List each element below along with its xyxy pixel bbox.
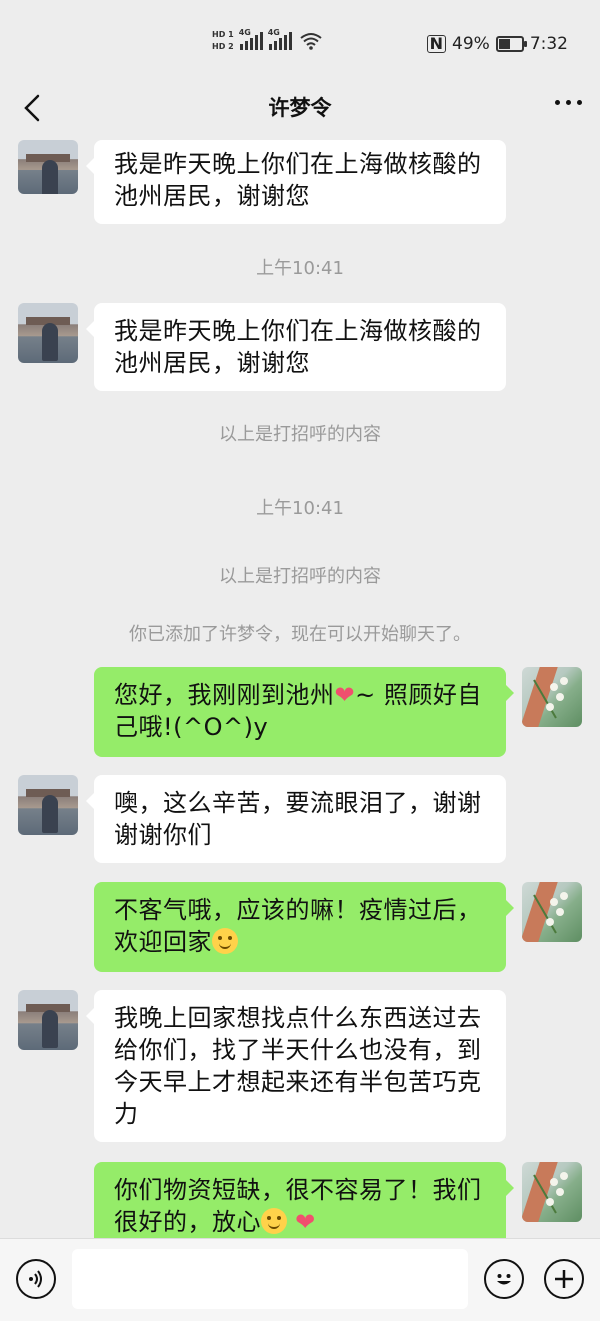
message-line: 我晚上回家想找点什么东西送过去 xyxy=(114,1004,482,1032)
plus-icon xyxy=(555,1270,573,1288)
chat-title: 许梦令 xyxy=(268,96,332,120)
system-notice: 你已添加了许梦令，现在可以开始聊天了。 xyxy=(129,624,471,645)
timestamp: 上午10:41 xyxy=(256,258,344,279)
wink-emoji-icon xyxy=(212,928,238,954)
emoji-icon xyxy=(497,1274,511,1285)
message-line: 欢迎回家 xyxy=(114,926,486,958)
message-line: 你们物资短缺，很不容易了！我们 xyxy=(114,1176,482,1204)
more-button[interactable] xyxy=(555,100,582,105)
message-line: 不客气哦，应该的嘛！疫情过后， xyxy=(114,896,482,924)
hd-indicator: HD 1 HD 2 xyxy=(212,30,234,52)
message-line: 池州居民，谢谢您 xyxy=(114,349,310,377)
input-bar xyxy=(0,1238,600,1321)
status-bar: HD 1 HD 2 4G 4G N 49% 7:32 xyxy=(0,0,600,88)
clock: 7:32 xyxy=(529,34,568,54)
message-line: 池州居民，谢谢您 xyxy=(114,182,310,210)
message-line: 我是昨天晚上你们在上海做核酸的 xyxy=(114,150,482,178)
chat-header: 许梦令 xyxy=(0,88,600,128)
message-line: 我是昨天晚上你们在上海做核酸的 xyxy=(114,317,482,345)
message-bubble[interactable]: 你们物资短缺，很不容易了！我们 很好的，放心 ❤ xyxy=(94,1162,514,1238)
heart-icon: ❤ xyxy=(334,681,356,709)
message-line: 今天早上才想起来还有半包苦巧克 xyxy=(114,1068,482,1096)
battery-fill xyxy=(498,39,510,49)
net1-label: 4G xyxy=(238,28,251,37)
system-notice: 以上是打招呼的内容 xyxy=(219,424,381,445)
hd1-label: HD 1 xyxy=(212,30,234,39)
battery-percent: 49% xyxy=(452,34,490,54)
smile-emoji-icon xyxy=(261,1208,287,1234)
system-notice: 以上是打招呼的内容 xyxy=(219,566,381,587)
message-line: 力 xyxy=(114,1100,139,1128)
my-avatar[interactable] xyxy=(522,667,582,727)
nfc-icon: N xyxy=(426,35,447,53)
message-bubble[interactable]: 您好，我刚刚到池州❤~ 照顾好自 己哦!(^O^)y xyxy=(94,667,514,757)
more-dots-icon xyxy=(555,100,560,105)
voice-button[interactable] xyxy=(16,1259,56,1299)
hd2-label: HD 2 xyxy=(212,42,234,51)
contact-avatar[interactable] xyxy=(18,140,78,194)
message-bubble[interactable]: 噢，这么辛苦，要流眼泪了，谢谢 谢谢你们 xyxy=(86,775,506,863)
message-line: 噢，这么辛苦，要流眼泪了，谢谢 xyxy=(114,789,482,817)
message-bubble[interactable]: 我是昨天晚上你们在上海做核酸的 池州居民，谢谢您 xyxy=(86,303,506,391)
status-right-icons: N 49% 7:32 xyxy=(426,34,568,54)
message-text: ~ 照顾好自 xyxy=(355,681,482,709)
message-bubble[interactable]: 我是昨天晚上你们在上海做核酸的 池州居民，谢谢您 xyxy=(86,140,506,224)
my-avatar[interactable] xyxy=(522,1162,582,1222)
message-line: 谢谢你们 xyxy=(114,821,212,849)
message-line: 您好，我刚刚到池州❤~ 照顾好自 xyxy=(114,679,486,711)
signal-icon: 4G xyxy=(239,28,263,50)
message-text: 您好，我刚刚到池州 xyxy=(114,681,335,709)
timestamp: 上午10:41 xyxy=(256,498,344,519)
message-input[interactable] xyxy=(72,1249,468,1309)
heart-icon: ❤ xyxy=(295,1208,316,1236)
message-line: 己哦!(^O^)y xyxy=(114,713,269,741)
message-line: 给你们，找了半天什么也没有，到 xyxy=(114,1036,482,1064)
emoji-button[interactable] xyxy=(484,1259,524,1299)
chat-area[interactable]: 我是昨天晚上你们在上海做核酸的 池州居民，谢谢您 上午10:41 我是昨天晚上你… xyxy=(0,128,600,1238)
signal-icon-2: 4G xyxy=(268,28,292,50)
message-bubble[interactable]: 我晚上回家想找点什么东西送过去 给你们，找了半天什么也没有，到 今天早上才想起来… xyxy=(86,990,506,1142)
message-text: 欢迎回家 xyxy=(114,928,212,956)
plus-button[interactable] xyxy=(544,1259,584,1299)
battery-icon xyxy=(495,36,527,52)
contact-avatar[interactable] xyxy=(18,990,78,1050)
message-line: 很好的，放心 ❤ xyxy=(114,1206,486,1238)
wifi-icon xyxy=(300,33,322,50)
message-bubble[interactable]: 不客气哦，应该的嘛！疫情过后， 欢迎回家 xyxy=(94,882,514,972)
status-left-icons: HD 1 HD 2 4G 4G xyxy=(212,28,322,52)
contact-avatar[interactable] xyxy=(18,303,78,363)
voice-icon xyxy=(29,1270,42,1288)
my-avatar[interactable] xyxy=(522,882,582,942)
contact-avatar[interactable] xyxy=(18,775,78,835)
message-text: 很好的，放心 xyxy=(114,1208,261,1236)
net2-label: 4G xyxy=(267,28,280,37)
